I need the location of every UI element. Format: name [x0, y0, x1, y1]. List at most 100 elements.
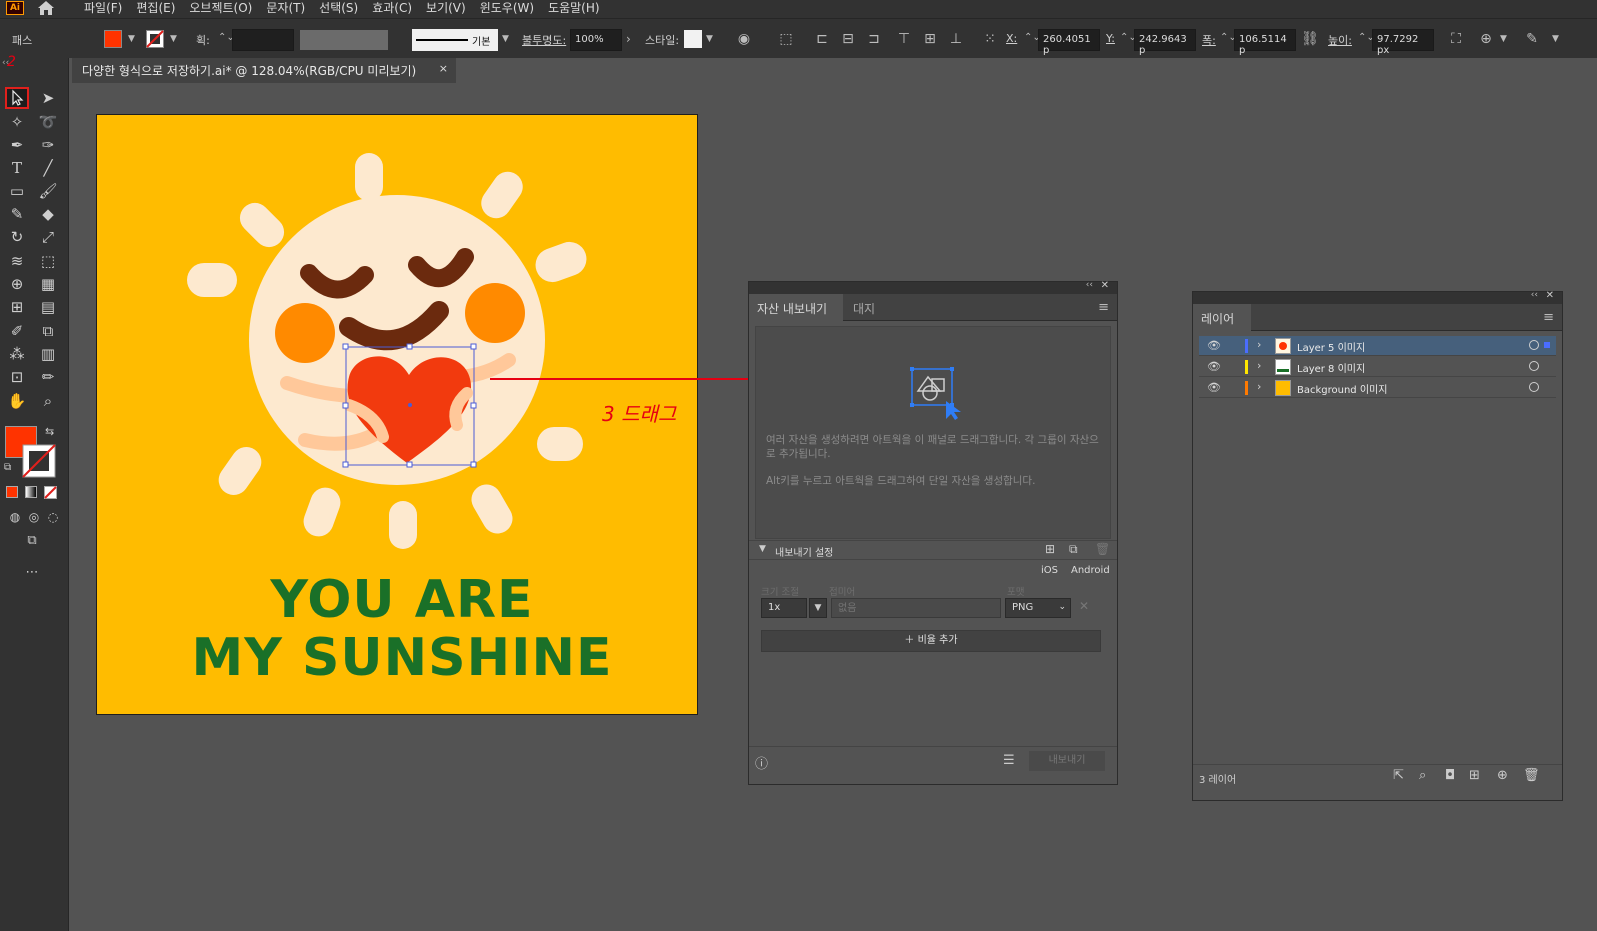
- export-settings-header[interactable]: ▼ 내보내기 설정 ⊞ ⧉ 🗑: [749, 540, 1117, 560]
- align-bottom-icon[interactable]: ⊥: [946, 29, 966, 49]
- menu-view[interactable]: 보기(V): [426, 1, 466, 16]
- isolate-icon[interactable]: ⛶: [1446, 29, 1466, 49]
- layers-menu-icon[interactable]: ≡: [1543, 310, 1554, 325]
- type-tool[interactable]: T: [5, 157, 29, 179]
- panel-menu-icon[interactable]: ✎: [1522, 29, 1542, 49]
- rectangle-tool[interactable]: ▭: [5, 180, 29, 202]
- screen-mode-icon[interactable]: ⧉: [20, 530, 44, 552]
- eraser-tool[interactable]: ◆: [36, 203, 60, 225]
- opacity-field[interactable]: 100%: [570, 29, 622, 51]
- tab-layers[interactable]: 레이어: [1193, 304, 1251, 331]
- add-asset-icon[interactable]: ⊞: [1045, 542, 1055, 556]
- visibility-eye-icon[interactable]: 👁: [1207, 360, 1221, 373]
- home-icon[interactable]: [36, 0, 56, 16]
- duplicate-asset-icon[interactable]: ⧉: [1069, 542, 1078, 557]
- close-tab-icon[interactable]: ×: [439, 62, 448, 75]
- brush-definition[interactable]: 기본: [412, 29, 498, 51]
- expand-chevron-icon[interactable]: ›: [1257, 380, 1261, 393]
- graphic-style-swatch[interactable]: [684, 30, 702, 48]
- fill-dropdown-icon[interactable]: ▼: [128, 34, 135, 44]
- selection-tool[interactable]: [5, 87, 29, 109]
- visibility-eye-icon[interactable]: 👁: [1207, 339, 1221, 352]
- layer-name[interactable]: Layer 8 이미지: [1297, 360, 1365, 375]
- slice-tool[interactable]: ✏: [36, 366, 60, 388]
- draw-inside-icon[interactable]: ◌: [41, 506, 65, 528]
- control-dropdown-icon[interactable]: ▼: [1552, 34, 1559, 44]
- scale-dropdown-icon[interactable]: ▼: [809, 598, 827, 618]
- artboard-tool[interactable]: ⊡: [5, 366, 29, 388]
- add-scale-button[interactable]: ＋ 비율 추가: [761, 630, 1101, 652]
- menu-object[interactable]: 오브젝트(O): [189, 1, 252, 16]
- arrange-dropdown-icon[interactable]: ▼: [1500, 34, 1507, 44]
- platform-android[interactable]: Android: [1071, 565, 1110, 576]
- brush-dropdown-icon[interactable]: ▼: [502, 34, 509, 44]
- magic-wand-tool[interactable]: ✧: [5, 111, 29, 133]
- none-mode-button[interactable]: [44, 486, 57, 499]
- stroke-none-swatch[interactable]: [146, 30, 164, 48]
- layers-close-icon[interactable]: ✕: [1546, 290, 1554, 301]
- width-field[interactable]: 106.5114 p: [1234, 29, 1296, 56]
- y-field[interactable]: 242.9643 p: [1134, 29, 1196, 56]
- hand-tool[interactable]: ✋: [5, 390, 29, 412]
- document-tab[interactable]: 다양한 형식으로 저장하기.ai* @ 128.04%(RGB/CPU 미리보기…: [72, 58, 456, 83]
- constrain-proportions-icon[interactable]: ⛓: [1300, 29, 1320, 49]
- menu-file[interactable]: 파일(F): [84, 1, 122, 16]
- suffix-input[interactable]: [831, 598, 1001, 618]
- layers-collapse-icon[interactable]: ‹‹: [1531, 290, 1538, 300]
- shape-builder-tool[interactable]: ⊕: [5, 273, 29, 295]
- export-button[interactable]: 내보내기: [1029, 751, 1105, 771]
- layer-row[interactable]: 👁 › Layer 5 이미지: [1199, 336, 1556, 356]
- rotate-tool[interactable]: ↻: [5, 226, 29, 248]
- fill-swatch[interactable]: [104, 30, 122, 48]
- collapse-icon[interactable]: ‹‹: [1086, 280, 1093, 290]
- recolor-artwork-icon[interactable]: ◉: [734, 29, 754, 49]
- platform-ios[interactable]: iOS: [1041, 565, 1058, 576]
- remove-scale-icon[interactable]: ✕: [1079, 599, 1089, 613]
- swap-colors-icon[interactable]: ⇆: [45, 425, 54, 438]
- transform-icon[interactable]: ⬚: [776, 29, 796, 49]
- lasso-tool[interactable]: ➰: [36, 111, 60, 133]
- tab-artboards[interactable]: 대지: [845, 294, 883, 321]
- close-panel-icon[interactable]: ✕: [1101, 280, 1109, 291]
- menu-select[interactable]: 선택(S): [319, 1, 358, 16]
- layer-target-icon[interactable]: [1529, 382, 1539, 392]
- gradient-tool[interactable]: ▤: [36, 296, 60, 318]
- expand-chevron-icon[interactable]: ›: [1257, 359, 1261, 372]
- layer-name[interactable]: Layer 5 이미지: [1297, 339, 1365, 354]
- opacity-expand-icon[interactable]: ›: [626, 32, 631, 46]
- perspective-grid-tool[interactable]: ▦: [36, 273, 60, 295]
- menu-edit[interactable]: 편집(E): [136, 1, 175, 16]
- align-right-icon[interactable]: ⊐: [864, 29, 884, 49]
- reference-point-icon[interactable]: ⁙: [980, 29, 1000, 49]
- pen-tool[interactable]: ✒: [5, 134, 29, 156]
- collect-export-icon[interactable]: ⇱: [1393, 768, 1404, 783]
- color-mode-button[interactable]: [6, 486, 18, 498]
- asset-drop-zone[interactable]: 여러 자산을 생성하려면 아트웍을 이 패널로 드래그합니다. 각 그룹이 자산…: [755, 326, 1111, 539]
- edit-toolbar-icon[interactable]: ⋯: [20, 562, 44, 584]
- column-graph-tool[interactable]: ▥: [36, 343, 60, 365]
- delete-asset-icon[interactable]: 🗑: [1095, 542, 1110, 556]
- free-transform-tool[interactable]: ⬚: [36, 250, 60, 272]
- visibility-eye-icon[interactable]: 👁: [1207, 381, 1221, 394]
- layer-row[interactable]: 👁 › Layer 8 이미지: [1199, 357, 1556, 377]
- selection-indicator-icon[interactable]: [1544, 342, 1550, 348]
- format-select[interactable]: PNG ⌄: [1005, 598, 1071, 618]
- export-for-screens-icon[interactable]: ☰: [1003, 753, 1015, 768]
- delete-layer-icon[interactable]: 🗑: [1523, 768, 1540, 783]
- expand-chevron-icon[interactable]: ›: [1257, 338, 1261, 351]
- menu-type[interactable]: 문자(T): [266, 1, 305, 16]
- blend-tool[interactable]: ⧉: [36, 320, 60, 342]
- x-field[interactable]: 260.4051 p: [1038, 29, 1100, 56]
- align-hcenter-icon[interactable]: ⊟: [838, 29, 858, 49]
- disclosure-triangle-icon[interactable]: ▼: [759, 544, 766, 554]
- direct-selection-tool[interactable]: ➤: [36, 87, 60, 109]
- mesh-tool[interactable]: ⊞: [5, 296, 29, 318]
- stroke-color-box[interactable]: [22, 444, 56, 478]
- paintbrush-tool[interactable]: 🖌: [36, 180, 60, 202]
- menu-effect[interactable]: 효과(C): [372, 1, 412, 16]
- clipping-mask-icon[interactable]: ◘: [1445, 768, 1455, 783]
- panel-menu-icon[interactable]: ≡: [1098, 300, 1109, 315]
- shaper-tool[interactable]: ✎: [5, 203, 29, 225]
- new-layer-icon[interactable]: ⊕: [1497, 768, 1508, 783]
- gradient-mode-button[interactable]: [25, 486, 37, 498]
